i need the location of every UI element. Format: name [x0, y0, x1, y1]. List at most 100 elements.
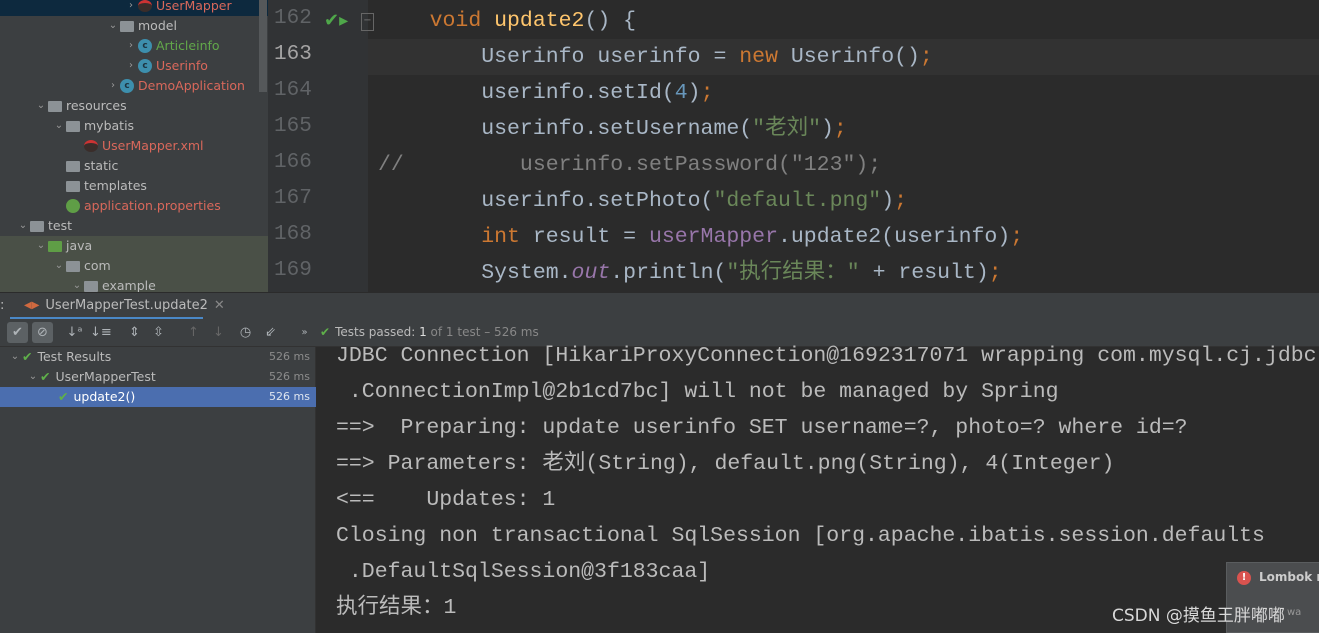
collapse-all-icon[interactable]: ⇳: [148, 322, 169, 343]
code-line: Userinfo userinfo = new Userinfo();: [378, 39, 933, 75]
chevron-icon[interactable]: ⌄: [70, 276, 84, 292]
stop-filter-icon[interactable]: ⊘: [32, 322, 53, 343]
code-token: 4: [674, 81, 688, 105]
test-row[interactable]: ✔ update2() 526 ms: [0, 387, 316, 407]
folder-icon: [48, 240, 62, 252]
folder-icon: [48, 100, 62, 112]
pass-icon: ✔: [40, 369, 51, 384]
sort-duration-icon[interactable]: ↓≡: [90, 322, 112, 343]
tree-item-label: com: [84, 258, 111, 273]
mybatis-icon: [84, 140, 98, 152]
code-token: "执行结果：": [726, 261, 860, 285]
tree-item-label: DemoApplication: [138, 78, 245, 93]
chevron-down-icon[interactable]: ⌄: [26, 367, 40, 387]
chevron-icon[interactable]: ⌄: [34, 236, 48, 256]
code-token: ): [881, 189, 895, 213]
chevron-icon[interactable]: ›: [106, 76, 120, 96]
tree-item[interactable]: templates: [52, 176, 147, 196]
tree-item[interactable]: application.properties: [52, 196, 221, 216]
tree-item-label: java: [66, 238, 93, 253]
tree-item[interactable]: ⌄ resources: [34, 96, 127, 116]
code-token: out: [571, 261, 611, 285]
tab-label: UserMapperTest.update2: [45, 297, 208, 313]
code-token: userinfo.setId(: [378, 81, 675, 105]
chevron-icon[interactable]: ›: [124, 36, 138, 56]
console-line: .ConnectionImpl@2b1cd7bc] will not be ma…: [336, 380, 1059, 404]
chevron-down-icon[interactable]: ⌄: [8, 347, 22, 367]
folder-icon: [66, 180, 80, 192]
folder-icon: [30, 220, 44, 232]
code-token: .update2(userinfo): [777, 225, 1011, 249]
test-row[interactable]: ⌄ ✔ Test Results 526 ms: [0, 347, 316, 367]
tree-item-label: UserMapper.xml: [102, 138, 204, 153]
sort-alpha-icon[interactable]: ↓ᵃ: [64, 322, 85, 343]
code-token: ;: [894, 189, 908, 213]
history-icon[interactable]: ◷: [235, 322, 256, 343]
expand-all-icon[interactable]: ⇕: [124, 322, 145, 343]
more-icon[interactable]: »: [294, 322, 315, 343]
test-row[interactable]: ⌄ ✔ UserMapperTest 526 ms: [0, 367, 316, 387]
chevron-icon[interactable]: ⌄: [16, 216, 30, 236]
tree-item-label: application.properties: [84, 198, 221, 213]
test-duration: 526 ms: [269, 370, 310, 383]
code-token: Userinfo(): [790, 45, 920, 69]
tree-item-label: model: [138, 18, 177, 33]
tree-item[interactable]: static: [52, 156, 118, 176]
tree-item[interactable]: › c Userinfo: [124, 56, 208, 76]
tab-usermappertest-update2[interactable]: ◀▶ UserMapperTest.update2 ✕: [10, 293, 225, 320]
chevron-icon[interactable]: ⌄: [52, 256, 66, 276]
package-icon: [120, 20, 134, 32]
import-icon[interactable]: ⇙: [260, 322, 281, 343]
notification-title: Lombok r: [1259, 570, 1319, 584]
test-label: Test Results: [37, 349, 112, 364]
run-test-gutter-icon[interactable]: ✔▸: [324, 10, 348, 32]
tree-item[interactable]: › c DemoApplication: [106, 76, 245, 96]
line-number: 166: [274, 151, 312, 174]
code-token: "老刘": [752, 117, 821, 141]
code-line: userinfo.setPhoto("default.png");: [378, 183, 907, 219]
chevron-icon[interactable]: ›: [124, 56, 138, 76]
project-tree-scrollbar[interactable]: [259, 0, 267, 92]
pass-icon: ✔: [22, 349, 33, 364]
down-arrow-icon[interactable]: ↓: [208, 322, 229, 343]
console-line: ==> Preparing: update userinfo SET usern…: [336, 416, 1188, 440]
chevron-icon[interactable]: ⌄: [52, 116, 66, 136]
tree-item[interactable]: › c Articleinfo: [124, 36, 220, 56]
tests-status: ✔ Tests passed: 1 of 1 test – 526 ms: [320, 325, 539, 339]
package-icon: [84, 280, 98, 292]
tree-item[interactable]: ⌄ model: [106, 16, 177, 36]
watermark: CSDN @摸鱼王胖嘟嘟: [1112, 606, 1285, 626]
run-tab-bar: : ◀▶ UserMapperTest.update2 ✕: [0, 292, 1319, 320]
test-results-tree: ⌄ ✔ Test Results 526 ms ⌄ ✔ UserMapperTest 526 …: [0, 347, 316, 633]
tree-item[interactable]: › UserMapper: [0, 0, 268, 16]
chevron-icon[interactable]: ⌄: [106, 16, 120, 36]
tree-item[interactable]: ⌄ example: [0, 276, 268, 292]
chevron-icon[interactable]: ⌄: [34, 96, 48, 116]
code-token: "default.png": [713, 189, 882, 213]
tree-item[interactable]: ⌄ mybatis: [52, 116, 134, 136]
close-icon[interactable]: ✕: [214, 298, 225, 313]
package-icon: [66, 260, 80, 272]
check-icon[interactable]: ✔: [7, 322, 28, 343]
tree-item-label: test: [48, 218, 73, 233]
code-line: int result = userMapper.update2(userinfo…: [378, 219, 1023, 255]
code-line: System.out.println("执行结果：" + result);: [378, 255, 1002, 291]
tree-item[interactable]: ⌄ com: [0, 256, 268, 276]
tree-item[interactable]: ⌄ java: [0, 236, 268, 256]
code-token: ;: [919, 45, 933, 69]
tree-item[interactable]: UserMapper.xml: [70, 136, 204, 156]
code-line: // userinfo.setPassword("123");: [378, 147, 881, 183]
test-duration: 526 ms: [269, 350, 310, 363]
chevron-icon[interactable]: ›: [124, 0, 138, 16]
tree-item-label: Userinfo: [156, 58, 208, 73]
up-arrow-icon[interactable]: ↑: [183, 322, 204, 343]
line-number: 164: [274, 79, 312, 102]
code-token: ;: [700, 81, 714, 105]
mybatis-icon: [138, 0, 152, 12]
tree-item[interactable]: ⌄ test: [16, 216, 72, 236]
fold-icon[interactable]: −: [361, 13, 374, 31]
console-line: .DefaultSqlSession@3f183caa]: [336, 560, 711, 584]
code-token: userMapper: [648, 225, 778, 249]
code-token: ;: [988, 261, 1002, 285]
class-icon: c: [120, 79, 134, 93]
